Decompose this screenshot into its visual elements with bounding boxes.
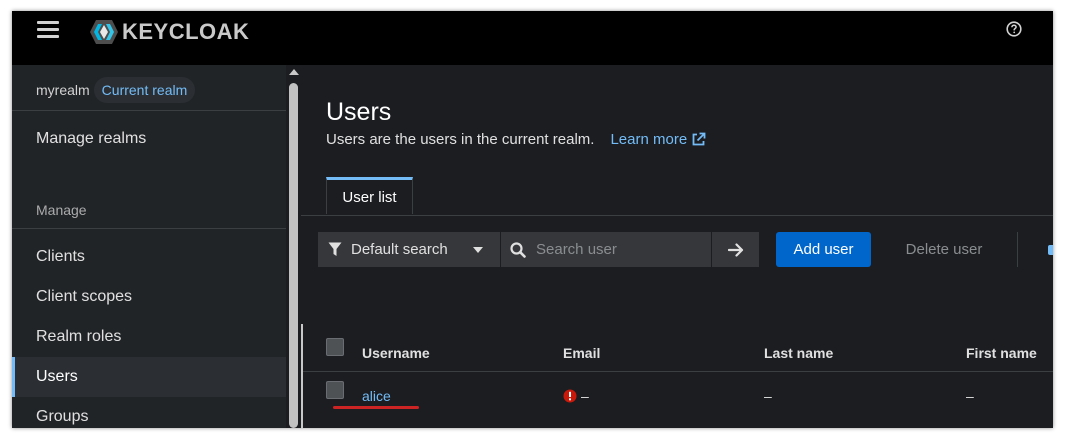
caret-down-icon [473,247,483,253]
learn-more-label: Learn more [610,131,688,148]
username-link[interactable]: alice [362,388,391,404]
add-user-button[interactable]: Add user [776,232,871,267]
search-input[interactable] [534,240,708,259]
sidebar: myrealm Current realm Manage realms Mana… [12,65,301,428]
page-description: Users are the users in the current realm… [326,131,706,148]
column-header-first-name[interactable]: First name [966,345,1037,361]
current-realm-badge: Current realm [93,77,196,103]
exclamation-circle-icon [563,389,577,403]
learn-more-link[interactable]: Learn more [610,131,706,148]
row-select-checkbox[interactable] [326,381,344,399]
main-content: Users Users are the users in the current… [301,65,1053,428]
search-type-dropdown[interactable]: Default search [318,232,500,267]
table-left-border [301,324,303,428]
masthead: KEYCLOAK [12,11,1053,65]
toolbar-overflow-icon[interactable] [1048,245,1053,255]
sidebar-item-users[interactable]: Users [12,357,286,397]
delete-user-button[interactable]: Delete user [891,232,997,267]
sidebar-item-groups[interactable]: Groups [12,397,286,428]
toolbar-separator [1017,232,1018,267]
sidebar-item-manage-realms[interactable]: Manage realms [12,119,286,159]
help-icon[interactable] [1006,21,1022,37]
realm-selector[interactable]: myrealm Current realm [36,75,196,105]
last-name-cell: – [764,388,772,404]
select-all-checkbox[interactable] [326,338,344,356]
search-icon [510,241,526,258]
keycloak-logo[interactable]: KEYCLOAK [89,18,249,46]
column-header-username[interactable]: Username [362,345,430,361]
page-title: Users [326,98,392,126]
sidebar-item-realm-roles[interactable]: Realm roles [12,317,286,357]
username-cell: alice [362,388,391,404]
keycloak-logo-icon [90,20,118,44]
email-cell: – [563,388,589,404]
search-type-label: Default search [351,241,448,258]
first-name-cell: – [966,388,974,404]
sidebar-section-manage: Manage [36,202,87,218]
scroll-up-arrow-icon[interactable] [289,69,299,75]
hamburger-menu-icon[interactable] [37,21,59,39]
external-link-icon [692,132,706,146]
tab-user-list[interactable]: User list [326,177,413,214]
annotation-underline [333,406,419,409]
scrollbar-thumb[interactable] [289,83,298,428]
column-header-email[interactable]: Email [563,345,600,361]
brand-name: KEYCLOAK [122,19,250,44]
tabs-divider [301,215,1053,216]
sidebar-item-client-scopes[interactable]: Client scopes [12,277,286,317]
arrow-right-icon [727,242,743,257]
email-value: – [581,388,589,404]
app-window: KEYCLOAK myrealm Current realm Manage re… [12,11,1053,428]
realm-name: myrealm [36,82,90,98]
search-submit-button[interactable] [712,232,759,267]
sidebar-divider [12,228,286,229]
filter-icon [328,242,342,256]
sidebar-item-clients[interactable]: Clients [12,237,286,277]
sidebar-divider [12,110,286,111]
table-header-divider [303,371,1053,372]
column-header-last-name[interactable]: Last name [764,345,833,361]
search-field[interactable] [501,232,711,267]
page-description-text: Users are the users in the current realm… [326,131,595,148]
